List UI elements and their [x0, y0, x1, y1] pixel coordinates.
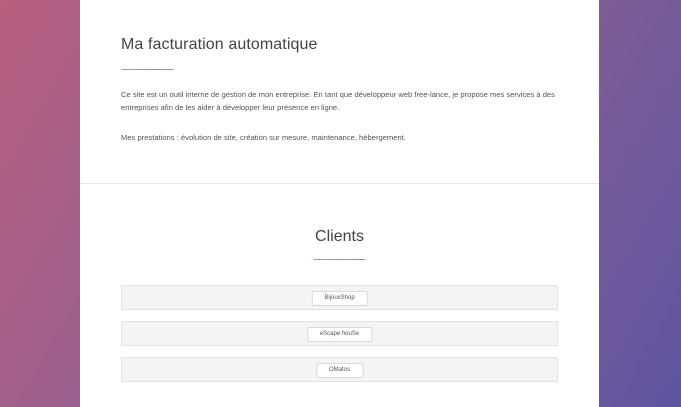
- main-content: Ma facturation automatique Ce site est u…: [80, 0, 599, 407]
- title-underline: [121, 69, 173, 70]
- clients-title-underline: [313, 259, 365, 260]
- client-card: eScape houSe: [121, 321, 558, 346]
- intro-section: Ma facturation automatique Ce site est u…: [80, 0, 599, 184]
- intro-description: Ce site est un outil interne de gestion …: [121, 90, 555, 112]
- client-card: OMatos: [121, 357, 558, 382]
- client-card: BijouxShop: [121, 285, 558, 310]
- client-button-omatos[interactable]: OMatos: [315, 363, 364, 378]
- services-description: Mes prestations : évolution de site, cré…: [121, 133, 406, 142]
- client-button-bijouxshop[interactable]: BijouxShop: [311, 291, 368, 306]
- clients-title: Clients: [315, 228, 364, 245]
- client-button-escape-house[interactable]: eScape houSe: [306, 327, 373, 342]
- page-title: Ma facturation automatique: [121, 36, 318, 53]
